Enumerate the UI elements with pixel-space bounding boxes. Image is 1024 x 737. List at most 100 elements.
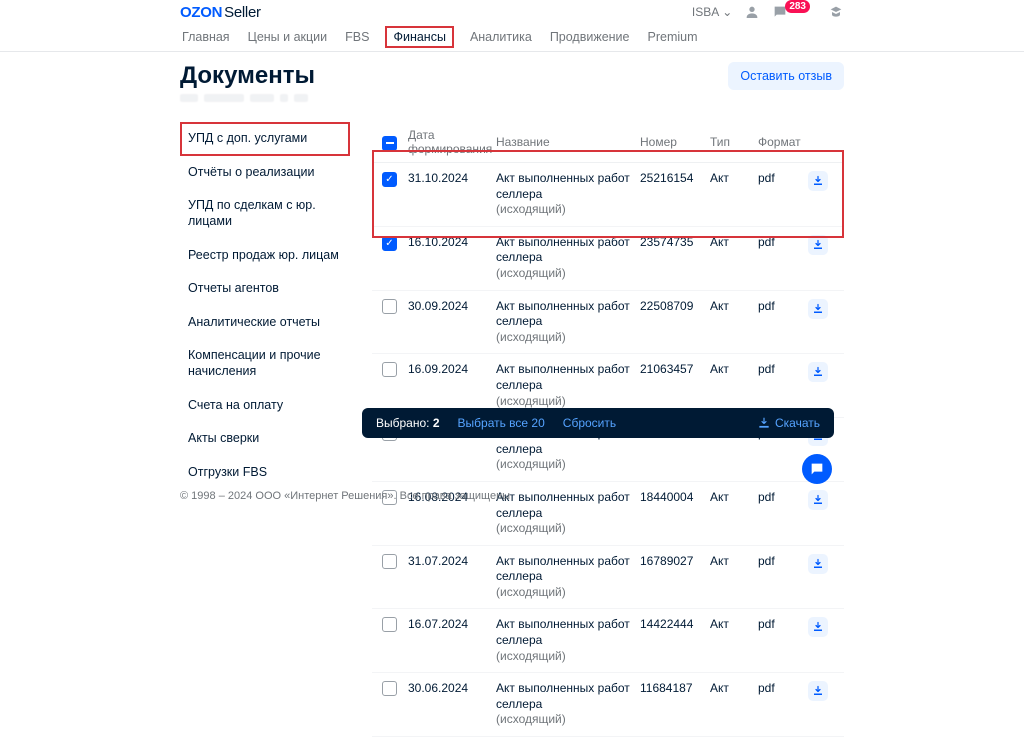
row-type: Акт — [710, 617, 758, 631]
row-checkbox[interactable] — [382, 681, 397, 696]
row-type: Акт — [710, 554, 758, 568]
download-icon[interactable] — [808, 681, 828, 701]
table-row: 16.07.2024Акт выполненных работ селлера(… — [372, 609, 844, 673]
row-checkbox[interactable] — [382, 617, 397, 632]
messages-icon[interactable]: 283 — [772, 4, 816, 20]
sidebar-item[interactable]: Счета на оплату — [180, 389, 350, 423]
sidebar-item[interactable]: Отгрузки FBS — [180, 456, 350, 490]
row-checkbox[interactable]: ✓ — [382, 236, 397, 251]
download-icon[interactable] — [808, 171, 828, 191]
topnav-item[interactable]: Цены и акции — [246, 24, 330, 50]
row-format: pdf — [758, 171, 808, 185]
sidebar-item[interactable]: Реестр продаж юр. лицам — [180, 239, 350, 273]
help-icon[interactable] — [828, 4, 844, 20]
row-checkbox[interactable] — [382, 362, 397, 377]
row-format: pdf — [758, 681, 808, 695]
logo-secondary: Seller — [224, 4, 261, 21]
topnav-item[interactable]: Продвижение — [548, 24, 632, 50]
sidebar-menu: УПД с доп. услугамиОтчёты о реализацииУП… — [180, 122, 350, 737]
row-number: 14422444 — [640, 617, 710, 631]
topnav-item[interactable]: Главная — [180, 24, 232, 50]
download-icon[interactable] — [808, 299, 828, 319]
sidebar-item[interactable]: Отчёты о реализации — [180, 156, 350, 190]
row-date: 31.10.2024 — [408, 171, 496, 185]
col-date: Дата формирования — [408, 128, 496, 156]
row-name: Акт выполненных работ селлера(исходящий) — [496, 617, 640, 664]
topnav-item[interactable]: FBS — [343, 24, 371, 50]
row-name: Акт выполненных работ селлера(исходящий) — [496, 171, 640, 218]
row-number: 18440004 — [640, 490, 710, 504]
row-date: 16.10.2024 — [408, 235, 496, 249]
col-format: Формат — [758, 135, 808, 149]
row-checkbox[interactable]: ✓ — [382, 172, 397, 187]
sidebar-item[interactable]: Отчеты агентов — [180, 272, 350, 306]
logo-primary: OZON — [180, 4, 222, 21]
row-number: 11684187 — [640, 681, 710, 695]
row-checkbox[interactable] — [382, 299, 397, 314]
topnav-item[interactable]: Аналитика — [468, 24, 534, 50]
col-name: Название — [496, 135, 640, 149]
footer-copyright: © 1998 – 2024 ООО «Интернет Решения». Вс… — [180, 490, 510, 502]
selection-bar: Выбрано: 2 Выбрать все 20 Сбросить Скача… — [362, 408, 834, 438]
sidebar-item[interactable]: Аналитические отчеты — [180, 306, 350, 340]
row-date: 31.07.2024 — [408, 554, 496, 568]
row-format: pdf — [758, 362, 808, 376]
sidebar-item[interactable]: УПД по сделкам с юр. лицами — [180, 189, 350, 238]
table-row: 30.09.2024Акт выполненных работ селлера(… — [372, 291, 844, 355]
row-type: Акт — [710, 681, 758, 695]
col-number: Номер — [640, 135, 710, 149]
download-icon[interactable] — [808, 554, 828, 574]
download-icon[interactable] — [808, 617, 828, 637]
select-all-checkbox[interactable] — [382, 136, 397, 151]
download-selected-button[interactable]: Скачать — [757, 416, 820, 430]
row-name: Акт выполненных работ селлера(исходящий) — [496, 681, 640, 728]
row-type: Акт — [710, 490, 758, 504]
row-date: 16.09.2024 — [408, 362, 496, 376]
table-row: 30.06.2024Акт выполненных работ селлера(… — [372, 673, 844, 737]
sidebar-item[interactable]: Акты сверки — [180, 422, 350, 456]
reset-selection-link[interactable]: Сбросить — [563, 416, 616, 430]
download-icon[interactable] — [808, 362, 828, 382]
sidebar-item[interactable]: Компенсации и прочие начисления — [180, 339, 350, 388]
sidebar-item[interactable]: УПД с доп. услугами — [180, 122, 350, 156]
selected-label: Выбрано: 2 — [376, 416, 440, 430]
table-row: 31.07.2024Акт выполненных работ селлера(… — [372, 546, 844, 610]
chevron-down-icon: ⌄ — [722, 5, 732, 19]
row-name: Акт выполненных работ селлера(исходящий) — [496, 554, 640, 601]
row-number: 21063457 — [640, 362, 710, 376]
download-label: Скачать — [775, 416, 820, 430]
brand-logo[interactable]: OZONSeller — [180, 4, 261, 21]
row-format: pdf — [758, 617, 808, 631]
breadcrumb-blur — [180, 94, 844, 108]
profile-icon[interactable] — [744, 4, 760, 20]
feedback-button[interactable]: Оставить отзыв — [728, 62, 844, 90]
top-navigation: Главная Цены и акции FBS Финансы Аналитика Пр… — [0, 22, 1024, 52]
download-icon[interactable] — [808, 235, 828, 255]
row-type: Акт — [710, 299, 758, 313]
topnav-item[interactable]: Premium — [646, 24, 700, 50]
chat-fab[interactable] — [802, 454, 832, 484]
topnav-item[interactable]: Финансы — [385, 26, 453, 48]
row-format: pdf — [758, 299, 808, 313]
table-row: ✓ 16.10.2024Акт выполненных работ селлера… — [372, 227, 844, 291]
page-title: Документы — [180, 62, 315, 90]
download-icon[interactable] — [808, 490, 828, 510]
table-row: ✓ 31.10.2024Акт выполненных работ селлера… — [372, 163, 844, 227]
row-number: 16789027 — [640, 554, 710, 568]
row-format: pdf — [758, 490, 808, 504]
select-all-link[interactable]: Выбрать все 20 — [458, 416, 545, 430]
row-type: Акт — [710, 235, 758, 249]
row-checkbox[interactable] — [382, 554, 397, 569]
row-format: pdf — [758, 554, 808, 568]
user-name: ISBA — [692, 5, 719, 19]
row-number: 23574735 — [640, 235, 710, 249]
notification-badge: 283 — [785, 0, 810, 13]
row-name: Акт выполненных работ селлера(исходящий) — [496, 235, 640, 282]
row-name: Акт выполненных работ селлера(исходящий) — [496, 490, 640, 537]
row-date: 30.06.2024 — [408, 681, 496, 695]
col-type: Тип — [710, 135, 758, 149]
row-type: Акт — [710, 171, 758, 185]
row-date: 30.09.2024 — [408, 299, 496, 313]
row-number: 22508709 — [640, 299, 710, 313]
user-menu[interactable]: ISBA ⌄ — [692, 5, 732, 19]
